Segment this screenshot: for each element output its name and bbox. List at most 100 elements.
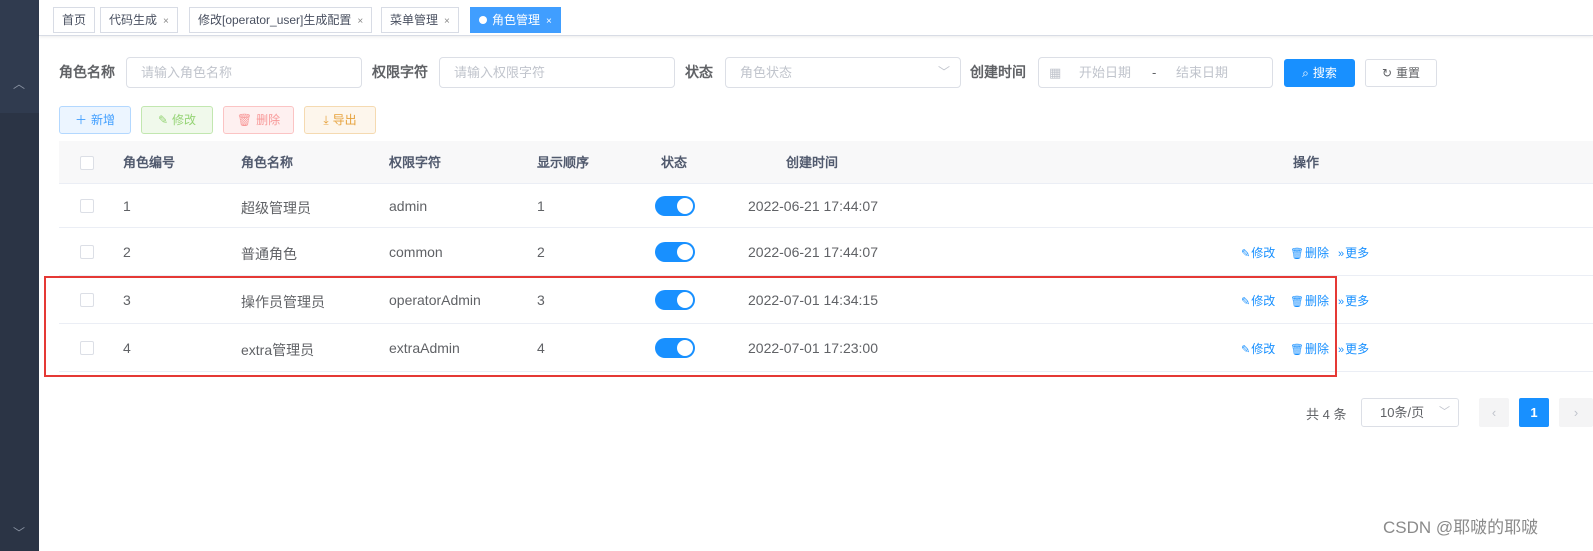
status-switch[interactable] [655, 196, 695, 216]
date-range-picker[interactable]: ▦ 开始日期 - 结束日期 [1038, 57, 1273, 88]
chevron-up-icon[interactable]: ︿ [8, 73, 30, 95]
status-select[interactable]: 角色状态 ﹀ [725, 57, 961, 88]
end-date-placeholder[interactable]: 结束日期 [1176, 58, 1228, 87]
tag-label: 代码生成 [109, 13, 158, 27]
start-date-placeholder[interactable]: 开始日期 [1079, 58, 1131, 87]
row-delete-link[interactable]: 🗑删除 [1290, 244, 1329, 261]
edit-icon: ✎ [1241, 248, 1251, 260]
tag-edit-gen-config[interactable]: 修改[operator_user]生成配置 × [189, 7, 373, 33]
chevron-left-icon: ‹ [1491, 405, 1497, 420]
row-more-link[interactable]: »更多 [1338, 340, 1369, 357]
role-name: 普通角色 [241, 246, 297, 262]
close-icon[interactable]: × [546, 16, 552, 27]
export-button[interactable]: ⤓ 导出 [304, 106, 376, 134]
add-button[interactable]: ＋ 新增 [59, 106, 131, 134]
page-size-value: 10条/页 [1380, 405, 1425, 420]
sidebar-top-block [0, 0, 39, 113]
row-more-link[interactable]: »更多 [1338, 292, 1369, 309]
placeholder: 请输入权限字符 [454, 65, 546, 80]
edit-icon: ✎ [1241, 296, 1251, 308]
row-checkbox[interactable] [80, 341, 94, 355]
edit-button-label: 修改 [172, 113, 197, 127]
double-chevron-right-icon: » [1338, 248, 1345, 260]
role-sort: 3 [537, 292, 545, 308]
edit-button[interactable]: ✎ 修改 [141, 106, 213, 134]
watermark: CSDN @耶啵的耶啵 [1383, 518, 1539, 537]
role-name: 操作员管理员 [241, 294, 325, 310]
row-delete-label: 删除 [1304, 342, 1329, 356]
role-key: admin [389, 198, 428, 214]
close-icon[interactable]: × [163, 16, 169, 27]
role-name-input[interactable]: 请输入角色名称 [126, 57, 362, 88]
row-edit-label: 修改 [1251, 342, 1276, 356]
row-checkbox[interactable] [80, 293, 94, 307]
role-id: 1 [123, 198, 131, 214]
trash-icon: 🗑 [1290, 344, 1304, 356]
row-checkbox[interactable] [80, 199, 94, 213]
chevron-down-icon[interactable]: ﹀ [8, 522, 30, 544]
tag-role-manage[interactable]: 角色管理 × [470, 7, 561, 33]
row-more-label: 更多 [1345, 294, 1370, 308]
page-number: 1 [1530, 405, 1538, 420]
row-delete-link[interactable]: 🗑删除 [1290, 292, 1329, 309]
status-label: 状态 [685, 64, 713, 80]
role-key: extraAdmin [389, 340, 460, 356]
placeholder: 请输入角色名称 [141, 65, 233, 80]
page-number-button[interactable]: 1 [1519, 398, 1549, 427]
role-key-input[interactable]: 请输入权限字符 [439, 57, 675, 88]
table-row: 2 普通角色 common 2 2022-06-21 17:44:07 ✎修改 … [59, 228, 1593, 276]
search-button[interactable]: ⌕ 搜索 [1284, 59, 1355, 87]
delete-button[interactable]: 🗑 删除 [223, 106, 294, 134]
row-edit-link[interactable]: ✎修改 [1241, 340, 1275, 357]
range-separator: - [1152, 65, 1157, 80]
row-delete-label: 删除 [1304, 246, 1329, 260]
edit-icon: ✎ [157, 113, 169, 127]
double-chevron-right-icon: » [1338, 344, 1345, 356]
column-header: 创建时间 [786, 155, 839, 170]
pagination-total: 共 4 条 [1306, 407, 1347, 422]
active-dot-icon [479, 16, 487, 24]
created-time: 2022-06-21 17:44:07 [748, 244, 878, 260]
row-delete-label: 删除 [1304, 294, 1329, 308]
tag-code-gen[interactable]: 代码生成 × [100, 7, 178, 33]
trash-icon: 🗑 [236, 113, 253, 127]
edit-icon: ✎ [1241, 344, 1251, 356]
row-checkbox[interactable] [80, 245, 94, 259]
delete-button-label: 删除 [256, 113, 281, 127]
role-sort: 4 [537, 340, 545, 356]
table-row: 4 extra管理员 extraAdmin 4 2022-07-01 17:23… [59, 324, 1593, 372]
close-icon[interactable]: × [444, 16, 450, 27]
table-row: 3 操作员管理员 operatorAdmin 3 2022-07-01 14:3… [59, 276, 1593, 324]
reset-button-label: 重置 [1396, 66, 1421, 80]
chevron-down-icon: ﹀ [1439, 406, 1450, 418]
select-all-checkbox[interactable] [80, 156, 94, 170]
role-sort: 1 [537, 198, 545, 214]
reset-button[interactable]: ↻ 重置 [1365, 59, 1437, 87]
export-button-label: 导出 [332, 113, 357, 127]
row-edit-link[interactable]: ✎修改 [1241, 244, 1275, 261]
page-size-select[interactable]: 10条/页 ﹀ [1361, 398, 1459, 427]
row-more-label: 更多 [1345, 342, 1370, 356]
row-more-label: 更多 [1345, 246, 1370, 260]
row-more-link[interactable]: »更多 [1338, 244, 1369, 261]
search-button-label: 搜索 [1312, 66, 1337, 80]
role-id: 2 [123, 244, 131, 260]
next-page-button[interactable]: › [1559, 398, 1593, 427]
status-switch[interactable] [655, 338, 695, 358]
column-header: 显示顺序 [537, 155, 590, 170]
column-header: 权限字符 [389, 155, 442, 170]
status-switch[interactable] [655, 290, 695, 310]
prev-page-button[interactable]: ‹ [1479, 398, 1509, 427]
close-icon[interactable]: × [357, 16, 363, 27]
tag-home[interactable]: 首页 [53, 7, 96, 33]
tag-menu-manage[interactable]: 菜单管理 × [381, 7, 459, 33]
role-id: 4 [123, 340, 131, 356]
tag-label: 角色管理 [492, 13, 541, 27]
row-edit-link[interactable]: ✎修改 [1241, 292, 1275, 309]
role-name: extra管理员 [241, 342, 315, 358]
add-button-label: 新增 [91, 113, 116, 127]
row-delete-link[interactable]: 🗑删除 [1290, 340, 1329, 357]
status-switch[interactable] [655, 242, 695, 262]
tag-label: 菜单管理 [390, 13, 439, 27]
column-header: 角色名称 [241, 155, 294, 170]
